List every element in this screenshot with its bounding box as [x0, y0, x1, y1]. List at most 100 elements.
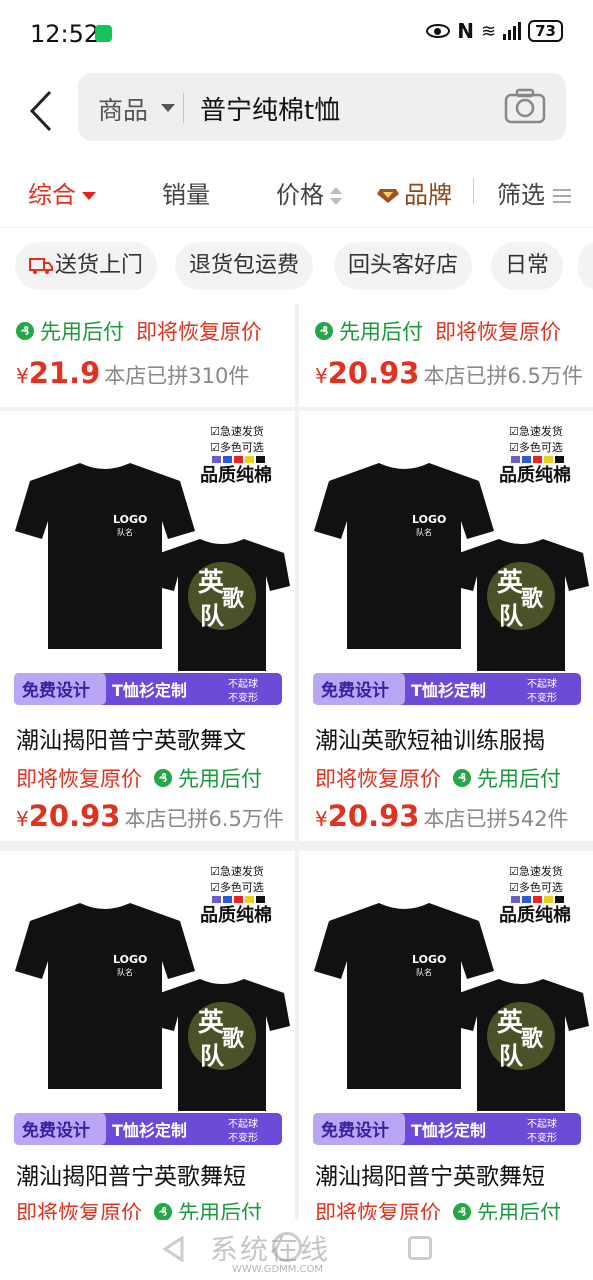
signal-icon [503, 22, 522, 40]
search-scope-dropdown[interactable]: 商品 [98, 91, 148, 127]
status-bar: 12:52 N ≋ 73 [0, 0, 593, 66]
banner-free-design: 免费设计 [22, 680, 90, 701]
shirt-team: 队名 [416, 967, 432, 977]
product-card[interactable]: ₰ 先用后付 即将恢复原价 ¥20.93 本店已拼6.5万件 [299, 304, 593, 407]
chip-more[interactable] [578, 242, 593, 290]
price-line: ¥21.9 本店已拼310件 [16, 356, 250, 390]
chip-home-delivery[interactable]: 送货上门 [15, 242, 158, 290]
chip-repeat-customer-store[interactable]: 回头客好店 [334, 242, 473, 290]
filter-chips: 送货上门 退货包运费 回头客好店 日常 [0, 228, 593, 304]
eye-icon [426, 24, 451, 38]
promo-line: 即将恢复原价 ₰ 先用后付 [16, 767, 262, 791]
shirt-team: 队名 [117, 527, 133, 537]
price-line: ¥20.93 本店已拼6.5万件 [16, 799, 284, 833]
badge-quality: 品质纯棉 [499, 464, 571, 486]
nav-recents-icon[interactable] [408, 1236, 432, 1260]
sort-divider [473, 178, 474, 204]
pay-later-icon: ₰ [154, 1203, 172, 1220]
sold-count: 本店已拼6.5万件 [124, 807, 284, 831]
promo-line: 即将恢复原价 ₰ 先用后付 [315, 1201, 561, 1220]
nav-back-icon[interactable] [162, 1236, 184, 1262]
back-char: 歌 [222, 586, 245, 612]
price-value: 21.9 [28, 356, 101, 390]
chip-daily[interactable]: 日常 [491, 242, 564, 290]
sort-tab-brand[interactable]: 品牌 [376, 175, 452, 210]
badge-fast-ship: ☑急速发货 [509, 424, 563, 438]
banner-note: 不起球 [527, 1117, 557, 1130]
tshirt-image: ☑急速发货 ☑多色可选 品质纯棉 LOGO 队名 英 歌 队 免费设计 T恤衫定… [313, 424, 589, 705]
back-arrow-icon[interactable] [28, 90, 58, 132]
tshirt-image: ☑急速发货 ☑多色可选 品质纯棉 LOGO 队名 英 歌 队 免费设计 T恤衫定… [14, 864, 290, 1145]
back-char: 英 [198, 568, 225, 598]
back-char: 英 [198, 1008, 225, 1038]
system-nav-bar: 系统在线 WWW.GDMM.COM [0, 1220, 593, 1280]
banner-note: 不变形 [228, 691, 258, 704]
shirt-team: 队名 [416, 527, 432, 537]
shirt-team: 队名 [117, 967, 133, 977]
search-query-text[interactable]: 普宁纯棉t恤 [200, 90, 340, 127]
diamond-icon [377, 189, 399, 203]
pay-later-icon: ₰ [453, 1203, 471, 1220]
chip-return-shipping[interactable]: 退货包运费 [175, 242, 314, 290]
price-value: 20.93 [327, 799, 420, 833]
banner-custom: T恤衫定制 [411, 681, 486, 700]
wifi-icon: ≋ [481, 20, 497, 42]
camera-icon[interactable] [504, 88, 546, 124]
watermark-url: WWW.GDMM.COM [232, 1264, 324, 1275]
product-image: ☑急速发货 ☑多色可选 品质纯棉 LOGO 队名 英 歌 队 免费设计 T恤衫定… [0, 851, 295, 1145]
badge-fast-ship: ☑急速发货 [210, 424, 264, 438]
badge-fast-ship: ☑急速发货 [210, 864, 264, 878]
product-card[interactable]: ☑急速发货 ☑多色可选 品质纯棉 LOGO 队名 英 歌 队 免费设计 T恤衫定… [299, 851, 593, 1220]
banner-custom: T恤衫定制 [112, 1121, 187, 1140]
sort-tab-sales[interactable]: 销量 [162, 175, 210, 210]
sort-tab-price[interactable]: 价格 [276, 175, 342, 210]
price-line: ¥20.93 本店已拼6.5万件 [315, 356, 583, 390]
chevron-down-icon [161, 104, 175, 112]
battery-icon: 73 [528, 20, 563, 42]
banner-free-design: 免费设计 [22, 1120, 90, 1141]
product-card[interactable]: ☑急速发货 ☑多色可选 品质纯棉 LOGO 队名 英 歌 队 免费设计 T恤衫定… [0, 851, 295, 1220]
chevron-down-icon [82, 192, 96, 200]
banner-note: 不变形 [527, 691, 557, 704]
back-char: 英 [497, 1008, 524, 1038]
badge-multi-color: ☑多色可选 [509, 880, 563, 894]
product-image: ☑急速发货 ☑多色可选 品质纯棉 LOGO 队名 英 歌 队 免费设计 T恤衫定… [0, 411, 295, 705]
back-char: 队 [200, 1041, 225, 1070]
back-char: 歌 [222, 1026, 245, 1052]
sort-tab-comprehensive[interactable]: 综合 [28, 175, 96, 210]
product-card[interactable]: ☑急速发货 ☑多色可选 品质纯棉 LOGO 队名 英 歌 队 免费设计 T恤衫定… [299, 411, 593, 841]
product-title: 潮汕揭阳普宁英歌舞短 [315, 1164, 545, 1190]
filter-icon [553, 189, 571, 203]
pay-later-icon: ₰ [453, 769, 471, 787]
pay-later-icon: ₰ [16, 322, 34, 340]
watermark: 系统在线 [210, 1233, 331, 1266]
pay-later-icon: ₰ [315, 322, 333, 340]
shirt-logo: LOGO [412, 953, 446, 966]
promo-line: ₰ 先用后付 即将恢复原价 [315, 316, 561, 346]
product-card[interactable]: ☑急速发货 ☑多色可选 品质纯棉 LOGO 队名 英 歌 队 免费设计 T恤衫定… [0, 411, 295, 841]
back-char: 队 [499, 1041, 524, 1070]
sort-tab-filter[interactable]: 筛选 [497, 175, 571, 210]
shirt-logo: LOGO [113, 513, 147, 526]
back-char: 英 [497, 568, 524, 598]
status-icons: N ≋ 73 [426, 19, 563, 43]
sold-count: 本店已拼310件 [104, 364, 250, 388]
banner-free-design: 免费设计 [321, 680, 389, 701]
banner-free-design: 免费设计 [321, 1120, 389, 1141]
tshirt-image: ☑急速发货 ☑多色可选 品质纯棉 LOGO 队名 英 歌 队 免费设计 T恤衫定… [313, 864, 589, 1145]
banner-custom: T恤衫定制 [411, 1121, 486, 1140]
search-input[interactable]: 商品 普宁纯棉t恤 [78, 73, 566, 141]
product-title: 潮汕英歌短袖训练服揭 [315, 728, 545, 754]
status-time: 12:52 [30, 20, 100, 48]
badge-multi-color: ☑多色可选 [210, 440, 264, 454]
product-grid: ₰ 先用后付 即将恢复原价 ¥21.9 本店已拼310件 ₰ 先用后付 即将恢复原… [0, 304, 593, 1220]
truck-icon [29, 258, 53, 274]
promo-line: ₰ 先用后付 即将恢复原价 [16, 316, 262, 346]
promo-line: 即将恢复原价 ₰ 先用后付 [315, 767, 561, 791]
sold-count: 本店已拼542件 [423, 807, 569, 831]
back-char: 歌 [521, 586, 544, 612]
search-divider [183, 93, 184, 123]
product-card[interactable]: ₰ 先用后付 即将恢复原价 ¥21.9 本店已拼310件 [0, 304, 295, 407]
shirt-logo: LOGO [113, 953, 147, 966]
banner-note: 不变形 [527, 1131, 557, 1144]
